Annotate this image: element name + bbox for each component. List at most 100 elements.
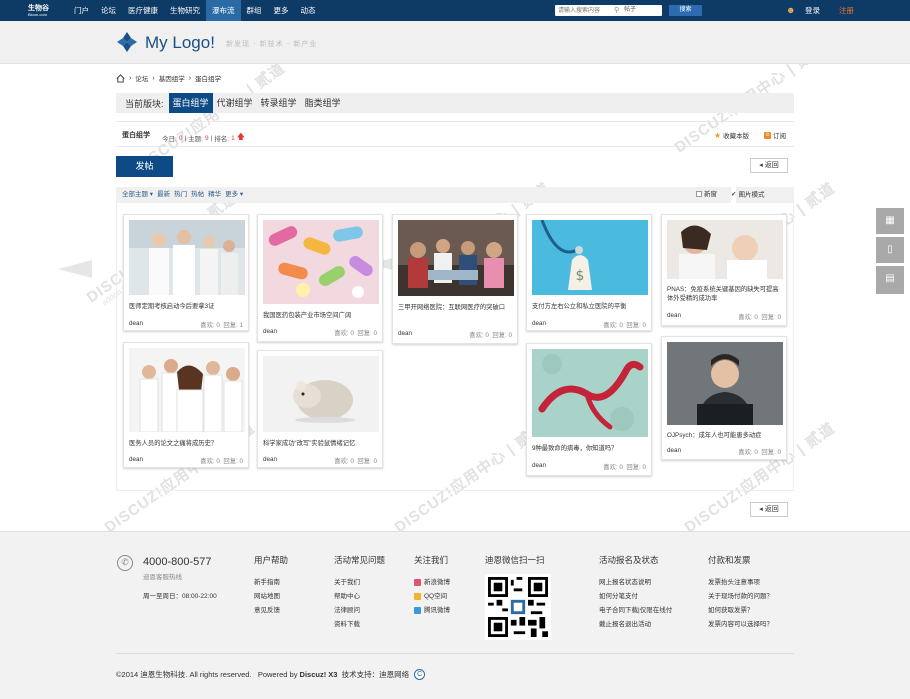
footer-link[interactable]: 发票内容可以选择吗？ [708,618,773,632]
footer-link[interactable]: 意见反馈 [254,604,288,618]
post-title[interactable]: OJPsych：成年人也可能患多动症 [667,431,783,440]
footer-link[interactable]: 如何获取发票？ [708,604,773,618]
post-thumbnail[interactable]: $ [532,220,648,295]
post-thumbnail[interactable] [263,220,379,304]
tab-transcriptomics[interactable]: 转录组学 [257,93,301,113]
site-brand[interactable]: 生物谷 Bioon.com [28,4,64,17]
breadcrumb-genomics[interactable]: 基因组学 [159,73,185,83]
post-thumbnail[interactable] [129,348,245,432]
nav-groups[interactable]: 群组 [241,0,268,21]
post-card[interactable]: OJPsych：成年人也可能患多动症 dean 喜欢: 0 回复: 0 [661,336,787,460]
post-author[interactable]: dean [263,328,277,337]
footer-link[interactable]: 帮助中心 [334,590,385,604]
favorite-forum-link[interactable]: ★ 收藏本版 [714,130,749,141]
nav-more[interactable]: 更多 [268,0,295,21]
side-document-button[interactable]: ▤ [876,266,904,294]
tech-support[interactable]: 技术支持：迪恩网络 [342,669,410,680]
powered-by-link[interactable]: Discuz! X3 [300,670,338,679]
tab-proteomics[interactable]: 蛋白组学 [168,93,213,113]
cnzz-stat-icon[interactable]: C [414,669,426,680]
post-thumbnail[interactable] [667,342,783,425]
post-author[interactable]: dean [129,456,143,465]
footer-link[interactable]: 新手指南 [254,576,288,590]
footer-link[interactable]: 如何分笔支付 [599,590,672,604]
footer-link[interactable]: 资料下载 [334,618,385,632]
nav-health[interactable]: 医疗健康 [122,0,164,21]
post-card[interactable]: 9种最致命的病毒，你知道吗？ dean 喜欢: 0 回复: 0 [526,343,652,476]
post-author[interactable]: dean [129,320,143,329]
login-link[interactable]: 登录 [805,0,820,21]
post-author[interactable]: dean [667,447,681,456]
post-card[interactable]: 我国医药包装产业市场空间广阔 dean 喜欢: 0 回复: 0 [257,214,383,342]
post-author[interactable]: dean [667,312,681,321]
search-input[interactable] [558,5,613,16]
filter-bar: 全部主题 ▾ 最新 热门 热帖 精华 更多 ▾ 新窗 ✔ 图片模式 [116,187,794,203]
new-window-checkbox[interactable]: 新窗 [696,187,717,204]
breadcrumb-forum[interactable]: 论坛 [135,73,148,83]
footer-link[interactable]: 网上报名状态说明 [599,576,672,590]
logo-icon[interactable] [116,31,138,53]
weibo-link[interactable]: 新浪微博 [414,576,450,590]
post-card[interactable]: 医务人员的论文之痛将成历史？ dean 喜欢: 0 回复: 0 [123,342,249,468]
footer-link[interactable]: 戴止报名退出活动 [599,618,672,632]
post-author[interactable]: dean [532,320,546,329]
footer-link[interactable]: 关于现场付款的问题？ [708,590,773,604]
post-thumbnail[interactable] [398,220,514,296]
footer-link[interactable]: 发票抬头注意事项 [708,576,773,590]
tab-lipidomics[interactable]: 脂类组学 [301,93,345,113]
post-card[interactable]: 三甲开网络医院：互联网医疗的突破口 dean 喜欢: 0 回复: 0 [392,214,518,344]
post-card[interactable]: $ 支付方左右公立和私立医院的平衡 dean 喜欢: 0 回复: 0 [526,214,652,331]
tencent-weibo-link[interactable]: 腾讯微博 [414,604,450,618]
rss-link[interactable]: ⊙ 订阅 [764,130,786,140]
post-author[interactable]: dean [532,462,546,471]
post-title[interactable]: 我国医药包装产业市场空间广阔 [263,311,379,320]
filter-more[interactable]: 更多 ▾ [225,187,243,203]
microphone-icon[interactable]: ⚲ [614,7,620,14]
post-thumbnail[interactable] [263,356,379,432]
filter-hot-posts[interactable]: 热帖 [191,187,204,203]
post-button[interactable]: 发帖 [116,156,173,177]
search-button[interactable]: 搜索 [669,5,702,16]
nav-portal[interactable]: 门户 [68,0,95,21]
filter-digest[interactable]: 精华 [208,187,221,203]
nav-feed[interactable]: 动态 [295,0,322,21]
post-title[interactable]: 支付方左右公立和私立医院的平衡 [532,302,648,311]
post-card[interactable]: 医师定期考核启动今后要拿3证 dean 喜欢: 0 回复: 1 [123,214,249,331]
post-card[interactable]: PNAS：免疫系统关键基因的缺失可提高体外受精的成功率 dean 喜欢: 0 回复… [661,214,787,326]
footer-link[interactable]: 电子合同下载|仅限在线付 [599,604,672,618]
side-grid-view-button[interactable]: ▦ [876,208,904,234]
side-mobile-button[interactable]: ▯ [876,237,904,263]
post-meta: dean 喜欢: 0 回复: 1 [129,320,243,329]
post-title[interactable]: 9种最致命的病毒，你知道吗？ [532,444,648,453]
back-button-bottom[interactable]: ◂ 返回 [750,502,788,517]
breadcrumb-proteomics[interactable]: 蛋白组学 [195,73,221,83]
post-title[interactable]: PNAS：免疫系统关键基因的缺失可提高体外受精的成功率 [667,285,783,303]
post-title[interactable]: 三甲开网络医院：互联网医疗的突破口 [398,303,514,312]
post-title[interactable]: 科学家成功“改写”实验鼠情绪记忆 [263,439,379,448]
post-title[interactable]: 医务人员的论文之痛将成历史？ [129,439,245,448]
post-thumbnail[interactable] [667,220,783,279]
post-author[interactable]: dean [263,456,277,465]
back-button-top[interactable]: ◂ 返回 [750,158,788,173]
home-icon[interactable] [116,73,125,83]
register-link[interactable]: 注册 [839,0,854,21]
footer-link[interactable]: 法律顾问 [334,604,385,618]
filter-hot[interactable]: 热门 [174,187,187,203]
post-author[interactable]: dean [398,330,412,339]
footer-link[interactable]: 网站地图 [254,590,288,604]
post-card[interactable]: 科学家成功“改写”实验鼠情绪记忆 dean 喜欢: 0 回复: 0 [257,350,383,468]
filter-latest[interactable]: 最新 [157,187,170,203]
qzone-link[interactable]: QQ空间 [414,590,450,604]
filter-all-topics[interactable]: 全部主题 ▾ [122,187,153,203]
image-mode-checkbox[interactable]: ✔ 图片模式 [731,187,764,204]
post-thumbnail[interactable] [532,349,648,437]
nav-waterfall[interactable]: 瀑布流 [206,0,241,21]
tab-metabolomics[interactable]: 代谢组学 [213,93,257,113]
post-title[interactable]: 医师定期考核启动今后要拿3证 [129,302,245,311]
nav-forum[interactable]: 论坛 [95,0,122,21]
footer-link[interactable]: 关于我们 [334,576,385,590]
search-scope-select[interactable]: 帖子 [624,5,636,16]
post-thumbnail[interactable] [129,220,245,295]
logo-text[interactable]: My Logo! [145,33,215,53]
nav-bio-research[interactable]: 生物研究 [164,0,206,21]
